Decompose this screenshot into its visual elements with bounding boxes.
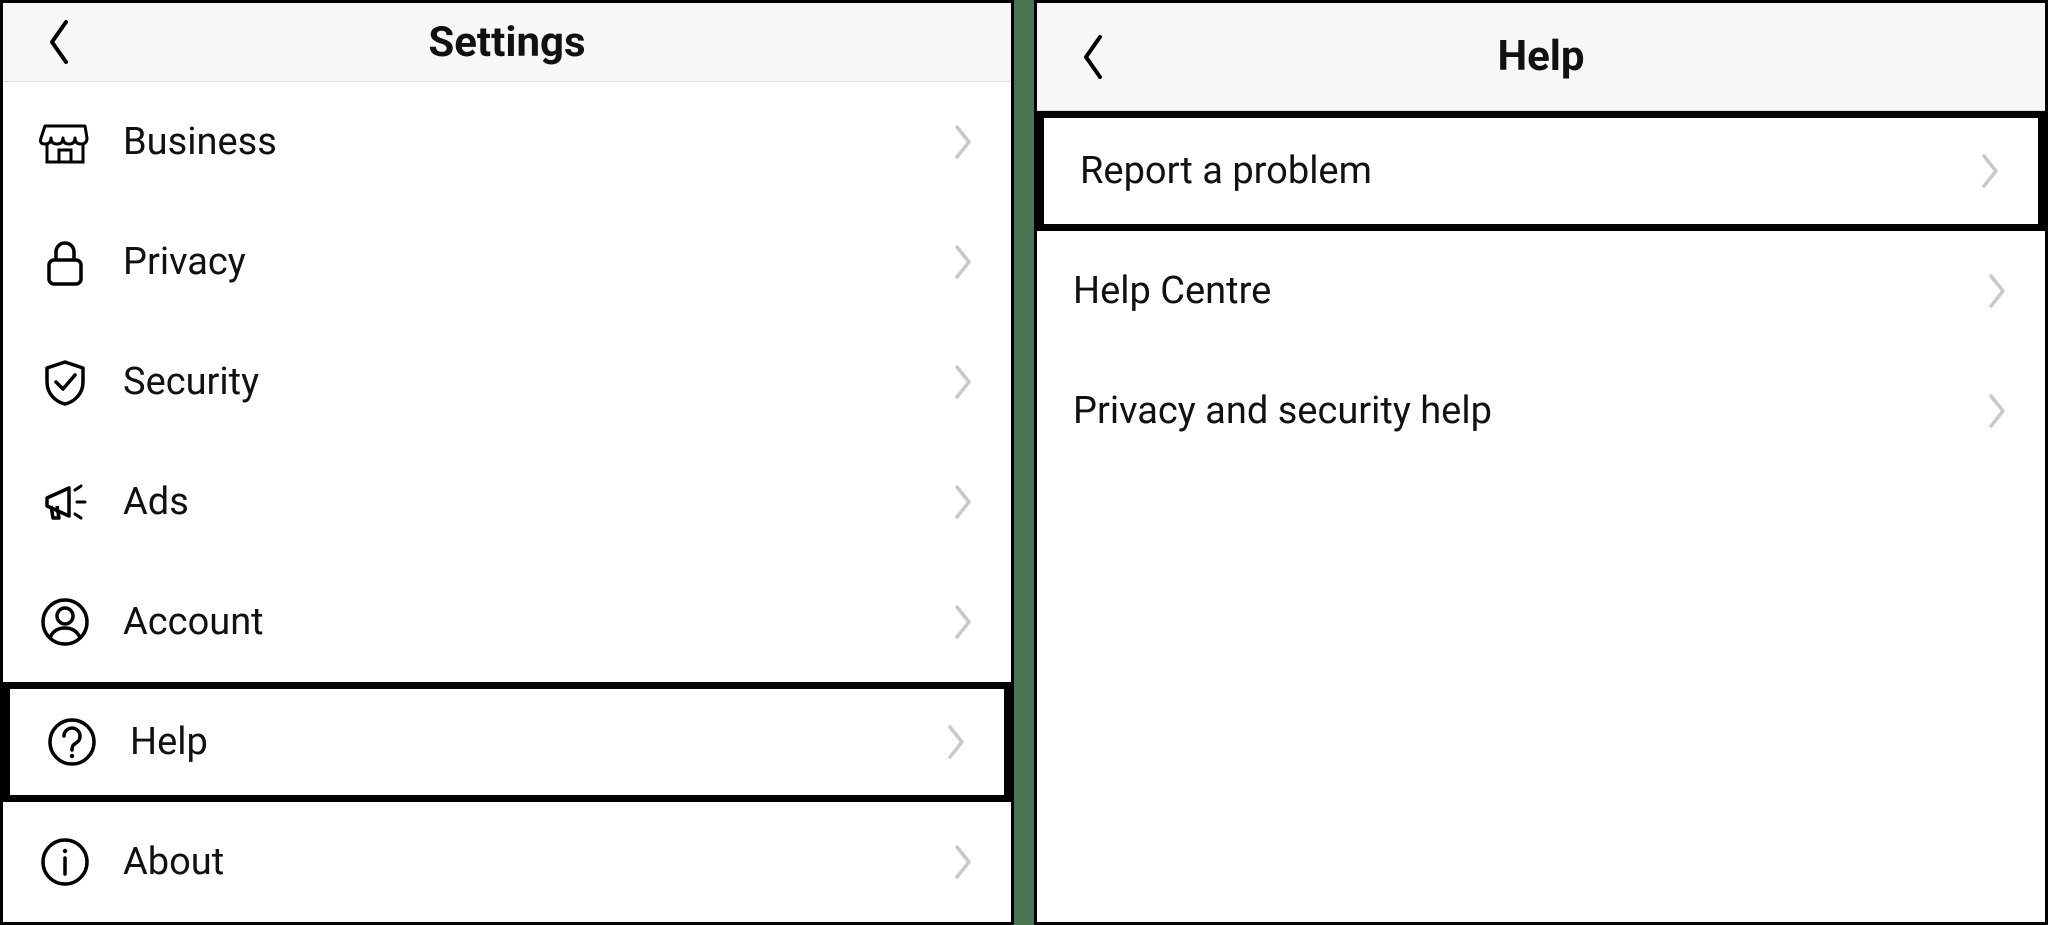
- question-circle-icon: [46, 716, 98, 768]
- chevron-right-icon: [1987, 392, 2009, 430]
- settings-item-label: About: [123, 840, 953, 884]
- settings-item-business[interactable]: Business: [3, 82, 1011, 202]
- chevron-right-icon: [946, 723, 968, 761]
- settings-panel: Settings Business Privacy Security Ads Accou…: [0, 0, 1014, 925]
- chevron-right-icon: [1987, 272, 2009, 310]
- settings-header: Settings: [3, 3, 1011, 82]
- page-title: Settings: [3, 18, 1011, 67]
- chevron-right-icon: [953, 603, 975, 641]
- back-icon: [45, 18, 73, 66]
- settings-item-label: Ads: [123, 480, 953, 524]
- help-header: Help: [1037, 3, 2045, 111]
- help-item-centre[interactable]: Help Centre: [1037, 231, 2045, 351]
- settings-item-label: Security: [123, 360, 953, 404]
- chevron-right-icon: [953, 243, 975, 281]
- settings-item-privacy[interactable]: Privacy: [3, 202, 1011, 322]
- help-list: Report a problem Help Centre Privacy and s…: [1037, 111, 2045, 922]
- settings-item-label: Business: [123, 120, 953, 164]
- info-circle-icon: [39, 836, 91, 888]
- help-item-label: Privacy and security help: [1073, 389, 1987, 433]
- settings-item-security[interactable]: Security: [3, 322, 1011, 442]
- settings-item-account[interactable]: Account: [3, 562, 1011, 682]
- megaphone-icon: [39, 476, 91, 528]
- help-panel: Help Report a problem Help Centre Privacy …: [1034, 0, 2048, 925]
- shield-check-icon: [39, 356, 91, 408]
- chevron-right-icon: [953, 363, 975, 401]
- back-icon: [1079, 33, 1107, 81]
- help-item-label: Help Centre: [1073, 269, 1987, 313]
- chevron-right-icon: [953, 483, 975, 521]
- settings-item-about[interactable]: About: [3, 802, 1011, 922]
- chevron-right-icon: [953, 843, 975, 881]
- help-item-label: Report a problem: [1080, 149, 1980, 193]
- settings-item-label: Help: [130, 720, 946, 764]
- settings-item-label: Account: [123, 600, 953, 644]
- chevron-right-icon: [953, 123, 975, 161]
- storefront-icon: [39, 116, 91, 168]
- settings-item-help[interactable]: Help: [3, 682, 1011, 802]
- help-item-privsec[interactable]: Privacy and security help: [1037, 351, 2045, 471]
- page-title: Help: [1037, 32, 2045, 81]
- help-item-report[interactable]: Report a problem: [1037, 111, 2045, 231]
- settings-item-label: Privacy: [123, 240, 953, 284]
- back-button[interactable]: [29, 12, 89, 72]
- user-circle-icon: [39, 596, 91, 648]
- settings-item-ads[interactable]: Ads: [3, 442, 1011, 562]
- back-button[interactable]: [1063, 27, 1123, 87]
- lock-icon: [39, 236, 91, 288]
- chevron-right-icon: [1980, 152, 2002, 190]
- settings-list: Business Privacy Security Ads Account Help Abo…: [3, 82, 1011, 922]
